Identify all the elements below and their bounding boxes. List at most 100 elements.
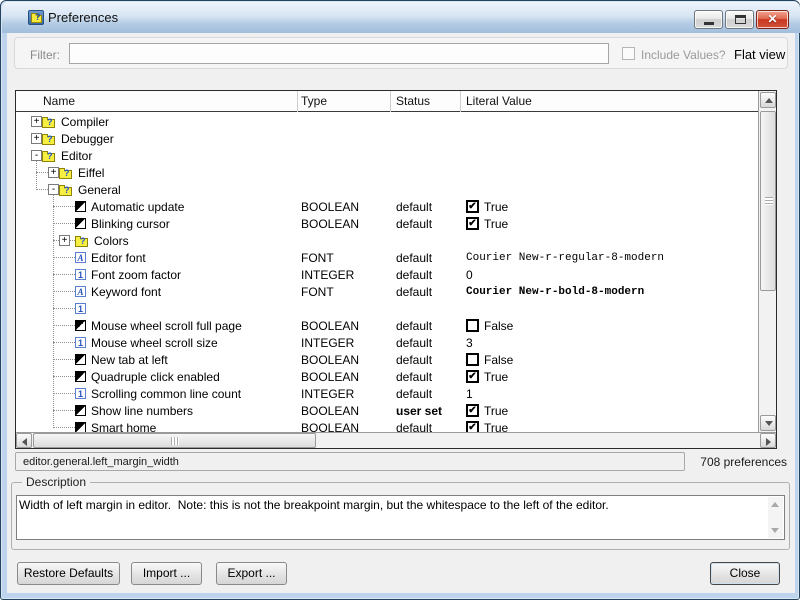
close-window-button[interactable]: ✕ — [756, 10, 789, 29]
value-checkbox[interactable]: ✔ — [466, 217, 479, 230]
horizontal-scroll-thumb[interactable] — [33, 433, 316, 448]
maximize-button[interactable] — [725, 10, 754, 29]
tree-row[interactable]: Automatic updateBOOLEANdefault✔True — [16, 198, 758, 215]
value-checkbox[interactable]: ✔ — [466, 200, 479, 213]
tree-connector-dash — [53, 325, 75, 326]
tree-row[interactable]: -?Editor — [16, 147, 758, 164]
row-label: New tab at left — [91, 353, 168, 367]
column-header-name[interactable]: Name — [43, 94, 75, 108]
scroll-down-button[interactable] — [760, 415, 776, 431]
minimize-button[interactable] — [694, 10, 723, 29]
filter-input[interactable] — [69, 43, 609, 64]
close-button[interactable]: Close — [710, 562, 780, 585]
tree-row[interactable]: AKeyword fontFONTdefaultCourier New-r-bo… — [16, 283, 758, 300]
row-label: Left margin width — [91, 302, 182, 316]
row-label: Quadruple click enabled — [91, 370, 220, 384]
expand-toggle[interactable]: - — [31, 150, 42, 161]
row-type: FONT — [301, 283, 334, 300]
row-type: BOOLEAN — [301, 419, 359, 432]
tree-connector-dash — [53, 393, 75, 394]
flat-view-button[interactable]: Flat view — [734, 47, 785, 62]
import-button[interactable]: Import ... — [131, 562, 202, 585]
value-checkbox[interactable] — [466, 353, 479, 366]
scroll-up-button[interactable] — [760, 92, 776, 108]
row-label: Scrolling common line count — [91, 387, 241, 401]
tree-row[interactable]: 1Font zoom factorINTEGERdefault0 — [16, 266, 758, 283]
table-header: Name Type Status Literal Value — [16, 91, 758, 112]
description-box[interactable]: Width of left margin in editor. Note: th… — [16, 495, 785, 540]
tree-row[interactable]: +?Debugger — [16, 130, 758, 147]
tree-row[interactable]: Smart homeBOOLEANdefault✔True — [16, 419, 758, 432]
vertical-scroll-thumb[interactable] — [760, 111, 776, 291]
tree-rows: +?Compiler+?Debugger-?Editor+?Eiffel-?Ge… — [16, 113, 758, 432]
row-status: default — [396, 334, 432, 351]
boolean-icon — [75, 218, 86, 229]
tree-row[interactable]: New tab at leftBOOLEANdefaultFalse — [16, 351, 758, 368]
expand-toggle[interactable]: + — [59, 235, 70, 246]
tree-row[interactable]: Mouse wheel scroll full pageBOOLEANdefau… — [16, 317, 758, 334]
value-checkbox[interactable]: ✔ — [466, 421, 479, 432]
tree-row[interactable]: Show line numbersBOOLEANuser set✔True — [16, 402, 758, 419]
value-checkbox[interactable]: ✔ — [466, 404, 479, 417]
boolean-icon — [75, 320, 86, 331]
scroll-right-button[interactable] — [760, 433, 776, 448]
tree-connector-dash — [53, 410, 75, 411]
integer-icon: 1 — [75, 337, 86, 348]
column-header-literal-value[interactable]: Literal Value — [466, 94, 532, 108]
tree-row[interactable]: Blinking cursorBOOLEANdefault✔True — [16, 215, 758, 232]
row-type: BOOLEAN — [301, 215, 359, 232]
arrow-down-icon — [765, 421, 773, 426]
scroll-left-button[interactable] — [16, 433, 32, 448]
tree-row[interactable]: Quadruple click enabledBOOLEANdefault✔Tr… — [16, 368, 758, 385]
tree-row[interactable]: +?Compiler — [16, 113, 758, 130]
expand-toggle[interactable]: - — [48, 184, 59, 195]
arrow-right-icon — [766, 438, 771, 446]
column-header-type[interactable]: Type — [301, 94, 327, 108]
preferences-app-icon: ? — [28, 10, 44, 25]
horizontal-scrollbar[interactable] — [16, 432, 776, 448]
row-type: BOOLEAN — [301, 368, 359, 385]
row-label: Editor font — [91, 251, 146, 265]
row-type: INTEGER — [301, 300, 354, 317]
boolean-icon — [75, 354, 86, 365]
tree-row[interactable]: 1Scrolling common line countINTEGERdefau… — [16, 385, 758, 402]
value-text: 8 — [466, 302, 473, 316]
row-label: General — [78, 183, 121, 197]
tree-connector-dash — [36, 172, 48, 173]
tree-row[interactable]: 1Left margin widthINTEGERdefault8 — [16, 300, 758, 317]
expand-toggle[interactable]: + — [31, 116, 42, 127]
row-label: Keyword font — [91, 285, 161, 299]
value-checkbox[interactable]: ✔ — [466, 370, 479, 383]
tree-connector-dash — [53, 274, 75, 275]
include-values-checkbox[interactable] — [622, 47, 635, 60]
include-values-label: Include Values? — [641, 48, 726, 62]
expand-toggle[interactable]: + — [48, 167, 59, 178]
arrow-up-icon — [771, 502, 779, 507]
description-scrollbar[interactable] — [768, 497, 783, 538]
value-checkbox[interactable] — [466, 319, 479, 332]
tree-row[interactable]: +?Colors — [16, 232, 758, 249]
integer-icon: 1 — [75, 388, 86, 399]
row-label: Smart home — [91, 421, 156, 433]
row-label: Mouse wheel scroll size — [91, 336, 218, 350]
tree-row[interactable]: -?General — [16, 181, 758, 198]
expand-toggle[interactable]: + — [31, 133, 42, 144]
tree-row[interactable]: AEditor fontFONTdefaultCourier New-r-reg… — [16, 249, 758, 266]
tree-row[interactable]: 1Mouse wheel scroll sizeINTEGERdefault3 — [16, 334, 758, 351]
row-status: default — [396, 215, 432, 232]
row-label: Blinking cursor — [91, 217, 170, 231]
row-value: False — [466, 317, 513, 334]
maximize-icon — [735, 15, 746, 24]
export-button[interactable]: Export ... — [216, 562, 287, 585]
tree-connector-dash — [53, 308, 75, 309]
boolean-icon — [75, 405, 86, 416]
vertical-scrollbar[interactable] — [758, 91, 776, 432]
row-status: default — [396, 198, 432, 215]
row-status: default — [396, 419, 432, 432]
title-bar[interactable]: ? Preferences ✕ — [2, 2, 800, 33]
row-type: BOOLEAN — [301, 317, 359, 334]
integer-icon: 1 — [75, 303, 86, 314]
column-header-status[interactable]: Status — [396, 94, 430, 108]
tree-row[interactable]: +?Eiffel — [16, 164, 758, 181]
restore-defaults-button[interactable]: Restore Defaults — [17, 562, 120, 585]
